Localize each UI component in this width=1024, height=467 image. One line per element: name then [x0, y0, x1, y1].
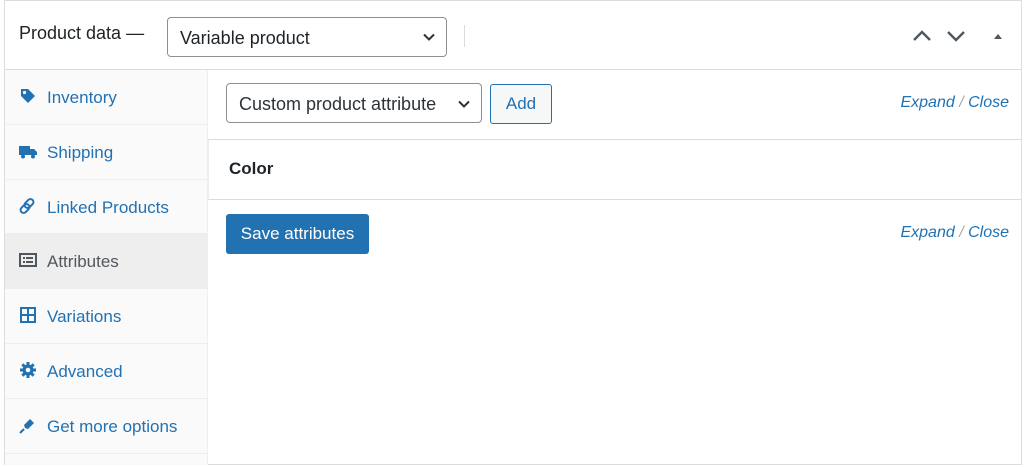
tab-linked-products[interactable]: Linked Products	[5, 180, 207, 235]
expand-close-bottom: Expand / Close	[900, 224, 1009, 242]
chevron-up-icon[interactable]	[911, 25, 933, 47]
close-link[interactable]: Close	[968, 224, 1009, 241]
expand-link[interactable]: Expand	[900, 94, 954, 111]
add-attribute-button[interactable]: Add	[490, 84, 552, 124]
separator: /	[959, 224, 964, 241]
header-divider	[464, 25, 465, 47]
tab-label: Attributes	[47, 252, 119, 272]
list-icon	[19, 253, 37, 268]
plugin-icon	[19, 418, 34, 434]
truck-icon	[19, 145, 37, 159]
custom-attribute-select[interactable]: Custom product attribute	[226, 83, 482, 123]
close-link[interactable]: Close	[968, 94, 1009, 111]
tab-attributes[interactable]: Attributes	[5, 234, 207, 290]
tab-get-more-options[interactable]: Get more options	[5, 399, 207, 454]
tab-label: Linked Products	[47, 197, 169, 217]
product-type-select[interactable]: Variable product	[167, 17, 447, 57]
tab-advanced[interactable]: Advanced	[5, 344, 207, 399]
separator: /	[959, 94, 964, 111]
attributes-panel: Custom product attribute Add Expand / Cl…	[208, 70, 1021, 465]
tab-variations[interactable]: Variations	[5, 289, 207, 344]
product-data-header: Product data — Variable product	[5, 1, 1021, 70]
chevron-down-icon	[423, 33, 435, 41]
product-data-tabs: Inventory Shipping Linked Products Attri…	[5, 70, 208, 465]
tab-shipping[interactable]: Shipping	[5, 125, 207, 180]
attribute-row[interactable]: Color	[208, 139, 1021, 200]
gear-icon	[20, 361, 36, 378]
grid-icon	[20, 307, 36, 324]
chevron-down-icon	[458, 100, 470, 108]
tab-label: Variations	[47, 307, 122, 327]
link-icon	[19, 197, 35, 214]
collapse-arrow-icon[interactable]	[987, 25, 1009, 47]
product-type-value: Variable product	[180, 28, 310, 48]
save-attributes-button[interactable]: Save attributes	[226, 214, 369, 254]
tab-label: Inventory	[47, 88, 117, 107]
expand-link[interactable]: Expand	[900, 224, 954, 241]
panel-title: Product data —	[19, 23, 145, 43]
tab-label: Get more options	[47, 416, 178, 436]
attribute-name: Color	[229, 159, 274, 178]
tab-label: Shipping	[47, 142, 114, 162]
tab-inventory[interactable]: Inventory	[5, 70, 207, 125]
expand-close-top: Expand / Close	[900, 94, 1009, 112]
chevron-down-icon[interactable]	[945, 25, 967, 47]
tag-icon	[21, 89, 35, 103]
attribute-select-value: Custom product attribute	[239, 94, 437, 114]
product-data-panel: Product data — Variable product Inventor…	[4, 0, 1022, 465]
tab-label: Advanced	[47, 361, 123, 381]
